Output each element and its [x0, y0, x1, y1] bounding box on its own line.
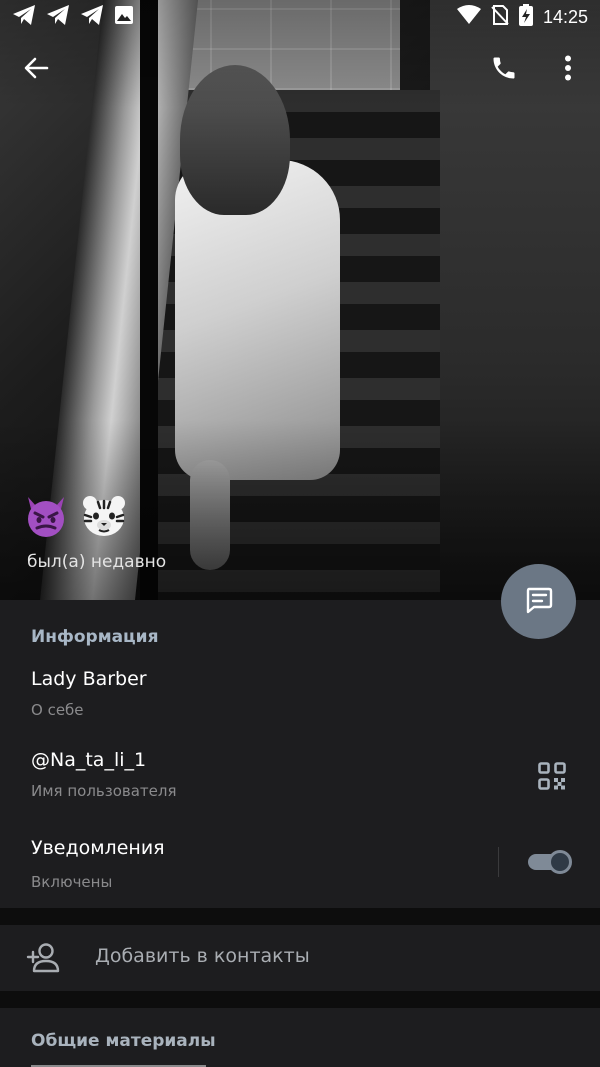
divider	[498, 847, 499, 877]
username-value: @Na_ta_li_1	[31, 749, 147, 771]
qr-code-icon[interactable]	[538, 762, 566, 790]
message-icon	[523, 584, 555, 620]
shared-media-title[interactable]: Общие материалы	[31, 1031, 216, 1051]
last-seen-status: был(а) недавно	[27, 552, 167, 572]
battery-charging-icon	[518, 4, 533, 30]
shared-media-section: Общие материалы	[0, 1008, 600, 1067]
wifi-icon	[456, 5, 481, 29]
bio-caption: О себе	[31, 701, 84, 719]
phone-icon	[490, 54, 518, 86]
telegram-icon	[80, 4, 104, 30]
telegram-icon	[46, 4, 70, 30]
add-contact-label: Добавить в контакты	[95, 945, 310, 967]
top-bar	[0, 44, 600, 96]
more-vert-icon	[564, 55, 572, 85]
bio-value: Lady Barber	[31, 668, 147, 690]
smiling-imp-emoji	[22, 492, 70, 540]
image-icon	[114, 5, 134, 29]
tiger-face-emoji	[80, 492, 128, 540]
no-sim-icon	[491, 5, 509, 29]
telegram-icon	[12, 4, 36, 30]
more-options-button[interactable]	[544, 46, 592, 94]
username-caption: Имя пользователя	[31, 782, 177, 800]
notifications-label: Уведомления	[31, 837, 165, 859]
back-button[interactable]	[12, 46, 60, 94]
status-bar: 14:25	[0, 0, 600, 34]
profile-name	[22, 492, 128, 540]
add-contact-button[interactable]: Добавить в контакты	[0, 925, 600, 991]
send-message-button[interactable]	[501, 564, 576, 639]
status-time: 14:25	[542, 6, 588, 27]
info-section: Информация Lady Barber О себе @Na_ta_li_…	[0, 600, 600, 908]
notifications-caption: Включены	[31, 873, 113, 891]
info-section-title: Информация	[31, 627, 159, 647]
back-arrow-icon	[23, 55, 49, 85]
notifications-toggle[interactable]	[526, 850, 572, 874]
add-person-icon	[26, 940, 62, 976]
call-button[interactable]	[480, 46, 528, 94]
